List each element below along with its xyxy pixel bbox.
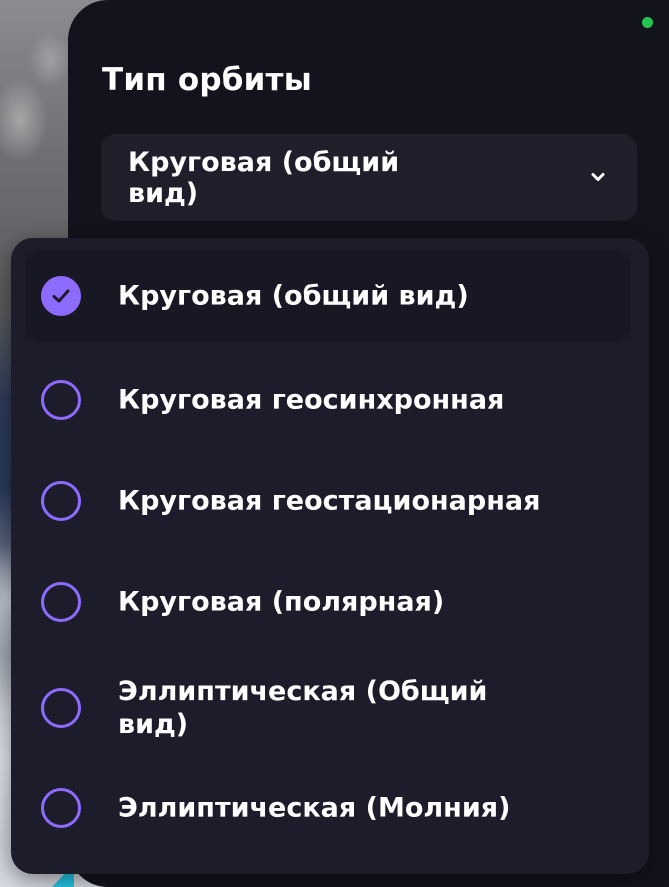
orbit-type-title: Тип орбиты	[102, 62, 312, 98]
radio-unselected	[41, 582, 81, 622]
radio-unselected	[41, 481, 81, 521]
orbit-type-dropdown: Круговая (общий вид) Круговая геосинхрон…	[11, 238, 649, 874]
chevron-down-icon	[591, 173, 605, 181]
option-label: Круговая геостационарная	[118, 485, 541, 517]
option-label: Круговая (полярная)	[118, 586, 445, 618]
orbit-type-select[interactable]: Круговая (общий вид)	[101, 134, 637, 221]
option-label: Круговая геосинхронная	[118, 384, 505, 416]
option-circular-geosynchronous[interactable]: Круговая геосинхронная	[25, 354, 631, 446]
option-label: Эллиптическая (Молния)	[118, 792, 511, 824]
option-circular-general[interactable]: Круговая (общий вид)	[25, 250, 631, 342]
option-circular-polar[interactable]: Круговая (полярная)	[25, 556, 631, 648]
option-elliptical-general[interactable]: Эллиптическая (Общий вид)	[25, 662, 631, 754]
option-label: Эллиптическая (Общий вид)	[118, 676, 488, 740]
select-value: Круговая (общий вид)	[128, 147, 400, 209]
status-indicator	[642, 17, 653, 28]
option-label: Круговая (общий вид)	[118, 280, 469, 312]
option-circular-geostationary[interactable]: Круговая геостационарная	[25, 455, 631, 547]
radio-unselected	[41, 380, 81, 420]
check-icon	[52, 289, 70, 303]
option-elliptical-molniya[interactable]: Эллиптическая (Молния)	[25, 762, 631, 854]
app-window: Тип орбиты Круговая (общий вид) Круговая…	[0, 0, 669, 887]
radio-unselected	[41, 688, 81, 728]
radio-unselected	[41, 788, 81, 828]
radio-selected	[41, 276, 81, 316]
